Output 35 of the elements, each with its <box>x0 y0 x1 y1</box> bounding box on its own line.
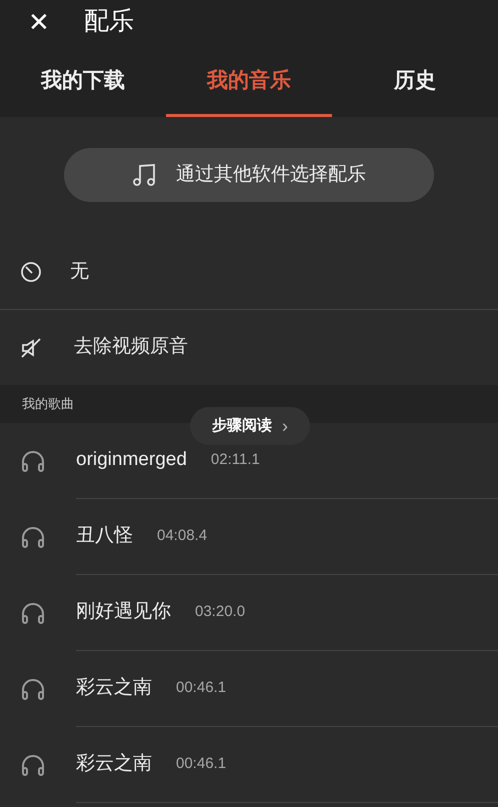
option-row[interactable]: 去除视频原音 <box>0 310 498 385</box>
muted-speaker-icon <box>20 336 42 358</box>
song-title: 丑八怪 <box>76 524 133 548</box>
tab[interactable]: 历史 <box>332 44 498 117</box>
chevron-icon: › <box>282 412 288 440</box>
option-label: 去除视频原音 <box>74 335 188 360</box>
option-label: 无 <box>70 260 89 284</box>
option-row[interactable]: 无 <box>0 235 498 310</box>
prohibited-icon <box>20 261 42 283</box>
headphones-icon <box>20 753 46 777</box>
pick-music-button[interactable]: 通过其他软件选择配乐 <box>64 148 434 202</box>
song-row[interactable]: 彩云之南 00:46.1 <box>0 727 498 803</box>
song-row[interactable]: 丑八怪 04:08.4 <box>0 499 498 575</box>
headphones-icon <box>20 449 46 473</box>
song-title: originmerged <box>76 448 187 472</box>
close-button[interactable]: ✕ <box>26 9 52 35</box>
song-duration: 03:20.0 <box>195 602 246 622</box>
song-title: 彩云之南 <box>76 676 152 700</box>
section-title: 我的歌曲 <box>22 395 74 414</box>
song-duration: 00:46.1 <box>176 754 226 774</box>
song-duration: 04:08.4 <box>157 526 208 546</box>
music-note-icon <box>132 163 158 187</box>
song-row[interactable]: 刚好遇见你 03:20.0 <box>0 575 498 651</box>
song-row[interactable]: 彩云之南 00:46.1 <box>0 651 498 727</box>
song-title: 彩云之南 <box>76 752 152 776</box>
song-title: 刚好遇见你 <box>76 600 171 624</box>
page-title: 配乐 <box>84 6 134 38</box>
tab[interactable]: 我的音乐 <box>166 44 332 117</box>
song-duration: 02:11.1 <box>210 450 260 470</box>
tab[interactable]: 我的下载 <box>0 44 166 117</box>
song-duration: 00:46.1 <box>176 678 226 698</box>
headphones-icon <box>20 601 46 625</box>
headphones-icon <box>20 525 46 549</box>
headphones-icon <box>20 677 46 701</box>
step-reading-button[interactable]: 步骤阅读 › <box>190 407 310 445</box>
